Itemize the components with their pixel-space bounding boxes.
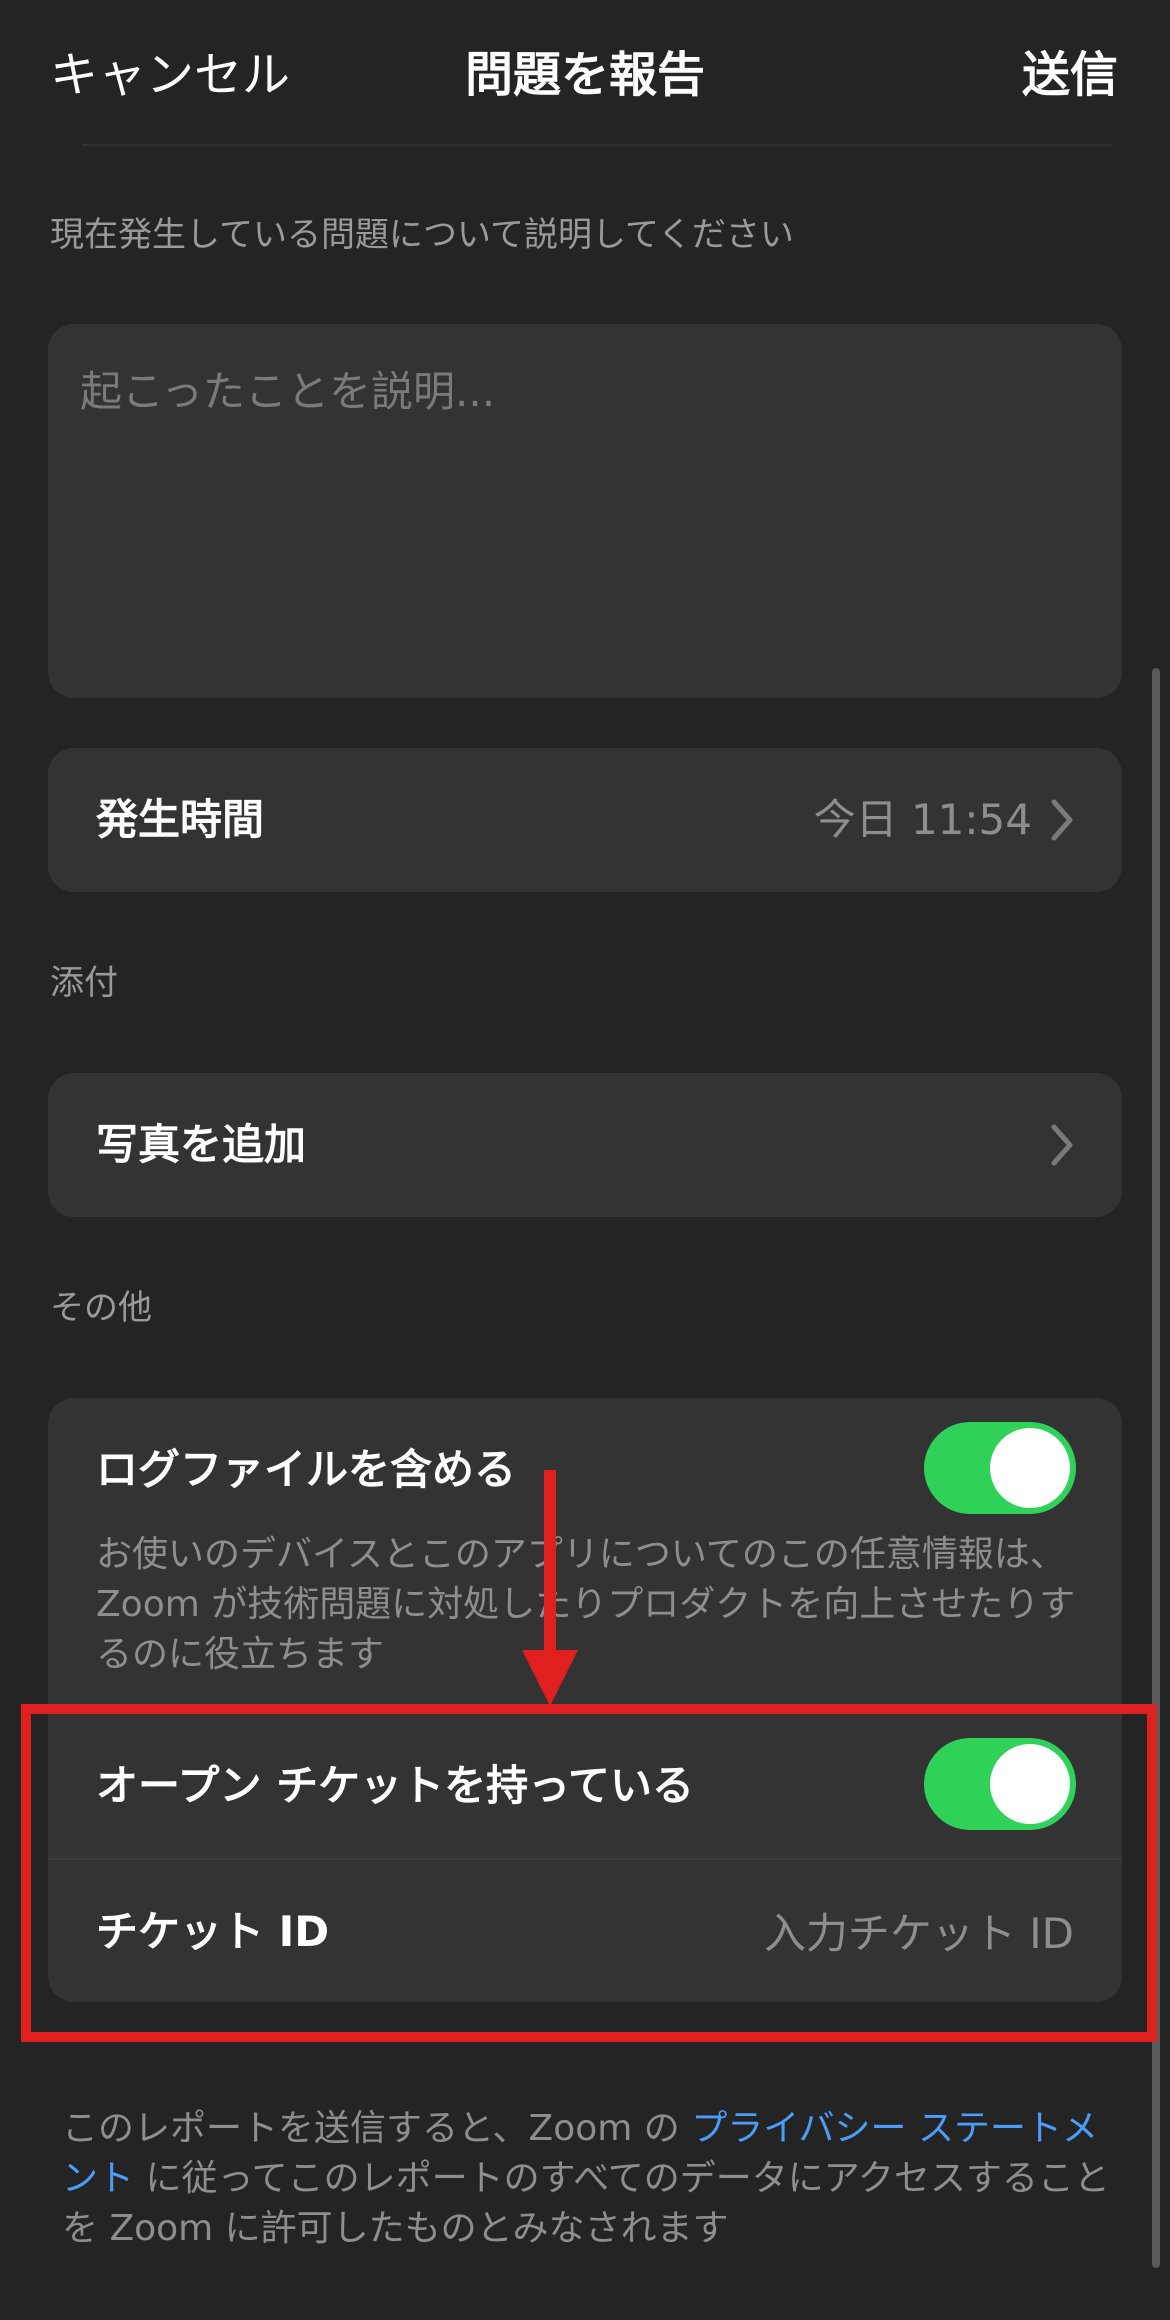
send-button[interactable]: 送信 bbox=[1022, 40, 1118, 110]
add-photo-label: 写真を追加 bbox=[96, 1120, 307, 1169]
privacy-footer: このレポートを送信すると、Zoom の プライバシー ステートメント に従ってこ… bbox=[62, 2104, 1122, 2254]
cancel-button[interactable]: キャンセル bbox=[50, 40, 290, 110]
annotation-highlight-box bbox=[21, 1704, 1157, 2042]
other-section-label: その他 bbox=[50, 1288, 152, 1328]
description-placeholder: 起こったことを説明... bbox=[80, 367, 496, 416]
include-logs-label: ログファイルを含める bbox=[96, 1445, 517, 1494]
chevron-right-icon bbox=[1051, 1124, 1073, 1166]
occurrence-time-label: 発生時間 bbox=[96, 795, 265, 844]
footer-text-after: に従ってこのレポートのすべてのデータにアクセスすることを Zoom に許可したも… bbox=[62, 2158, 1110, 2249]
annotation-arrow-icon bbox=[522, 1470, 578, 1706]
attachments-section-label: 添付 bbox=[50, 963, 118, 1003]
occurrence-time-value: 今日 11:54 bbox=[813, 795, 1032, 844]
description-section-label: 現在発生している問題について説明してください bbox=[50, 215, 794, 255]
chevron-right-icon bbox=[1051, 799, 1073, 841]
nav-divider bbox=[82, 144, 1112, 146]
include-logs-toggle[interactable] bbox=[924, 1422, 1076, 1514]
toggle-knob bbox=[990, 1428, 1070, 1508]
footer-text-before: このレポートを送信すると、Zoom の bbox=[62, 2108, 692, 2149]
